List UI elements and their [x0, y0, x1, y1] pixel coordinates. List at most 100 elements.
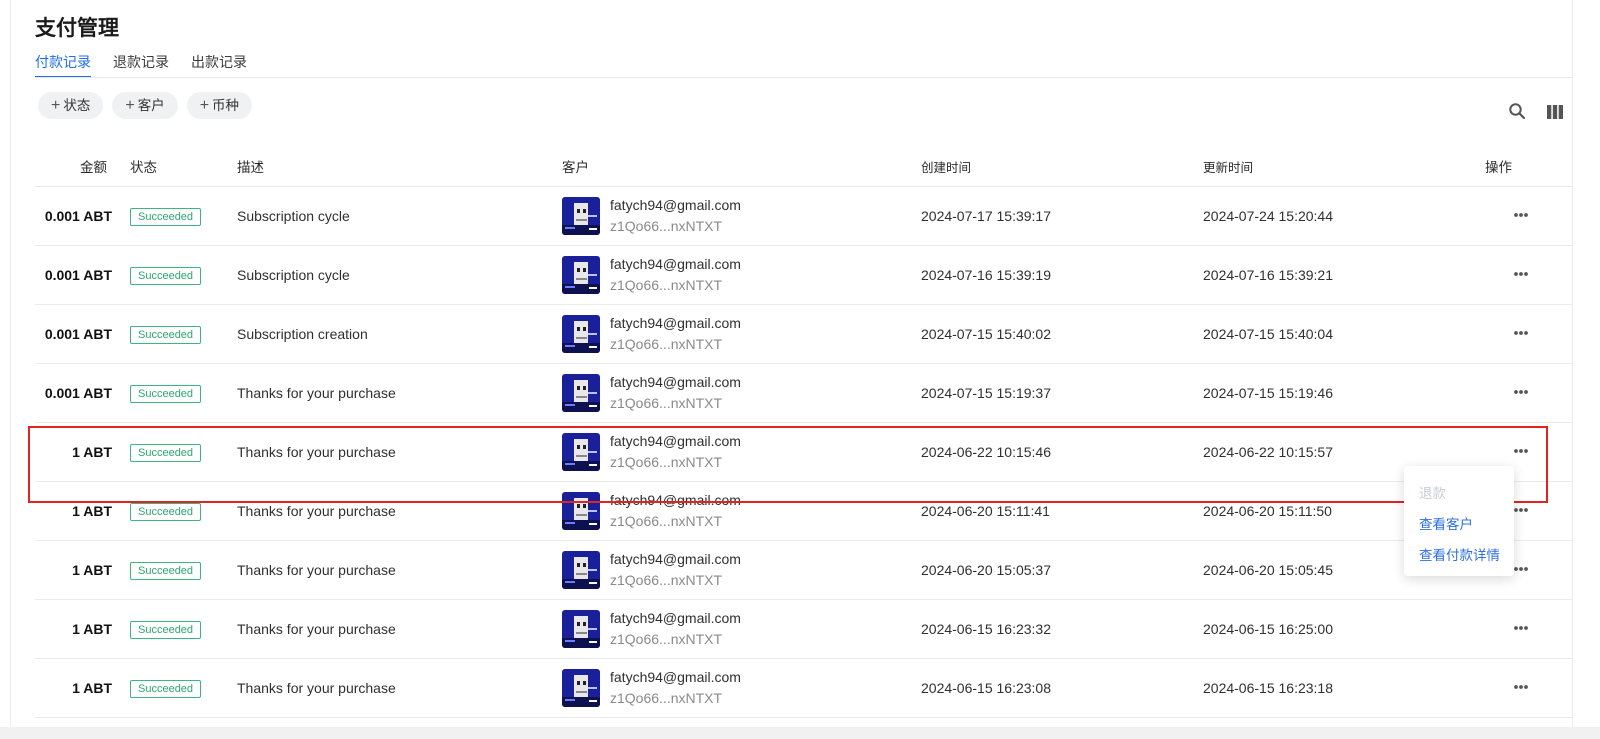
- customer-did: z1Qo66...nxNTXT: [610, 690, 723, 706]
- customer-email[interactable]: fatych94@gmail.com: [610, 669, 741, 685]
- col-header-created[interactable]: 创建时间: [921, 157, 971, 176]
- created-time-cell: 2024-06-20 15:11:41: [921, 503, 1050, 519]
- avatar[interactable]: [562, 315, 600, 353]
- filter-label: 状态: [63, 98, 91, 113]
- customer-email[interactable]: fatych94@gmail.com: [610, 374, 741, 390]
- filter-customer-button[interactable]: + 客户: [112, 92, 178, 119]
- filter-bar: + 状态 + 客户 + 币种: [38, 92, 253, 119]
- avatar[interactable]: [562, 256, 600, 294]
- table-row[interactable]: 0.001 ABT Succeeded Subscription cycle faty…: [35, 246, 1572, 305]
- col-header-actions: 操作: [1485, 160, 1512, 175]
- tab-payments[interactable]: 付款记录: [35, 52, 91, 78]
- description-cell: Subscription creation: [237, 326, 368, 342]
- customer-did: z1Qo66...nxNTXT: [610, 513, 723, 529]
- table-row[interactable]: 1 ABT Succeeded Thanks for your purchase fa…: [35, 482, 1572, 541]
- status-badge: Succeeded: [130, 503, 202, 521]
- menu-item-view-customer[interactable]: 查看客户: [1419, 513, 1473, 533]
- plus-icon: +: [199, 97, 210, 114]
- avatar[interactable]: [562, 374, 600, 412]
- amount-cell: 1 ABT: [72, 562, 112, 578]
- customer-email[interactable]: fatych94@gmail.com: [610, 197, 741, 213]
- col-header-description[interactable]: 描述: [237, 156, 264, 176]
- status-badge: Succeeded: [130, 208, 202, 226]
- tab-refunds[interactable]: 退款记录: [113, 52, 169, 78]
- customer-email[interactable]: fatych94@gmail.com: [610, 551, 741, 567]
- customer-did: z1Qo66...nxNTXT: [610, 454, 723, 470]
- description-cell: Thanks for your purchase: [237, 503, 396, 519]
- amount-cell: 0.001 ABT: [44, 326, 112, 342]
- col-header-amount[interactable]: 金额: [80, 156, 107, 176]
- status-badge: Succeeded: [130, 326, 202, 344]
- status-badge: Succeeded: [130, 680, 202, 698]
- bottom-edge: [0, 727, 1600, 739]
- table-row[interactable]: 1 ABT Succeeded Thanks for your purchase fa…: [35, 659, 1572, 718]
- more-actions-icon[interactable]: [1509, 323, 1533, 343]
- created-time-cell: 2024-07-16 15:39:19: [921, 267, 1051, 283]
- plus-icon: +: [51, 97, 61, 114]
- status-badge: Succeeded: [130, 385, 202, 403]
- filter-currency-button[interactable]: + 币种: [186, 92, 253, 119]
- updated-time-cell: 2024-06-20 15:11:50: [1203, 503, 1332, 519]
- customer-email[interactable]: fatych94@gmail.com: [610, 492, 741, 508]
- avatar[interactable]: [562, 610, 600, 648]
- filter-status-button[interactable]: + 状态: [38, 92, 104, 119]
- table-row[interactable]: 0.001 ABT Succeeded Thanks for your purcha…: [35, 364, 1572, 423]
- customer-did: z1Qo66...nxNTXT: [610, 218, 723, 234]
- menu-item-view-payment-details[interactable]: 查看付款详情: [1419, 544, 1500, 564]
- customer-email[interactable]: fatych94@gmail.com: [610, 256, 741, 272]
- created-time-cell: 2024-06-20 15:05:37: [921, 562, 1051, 578]
- page-title: 支付管理: [35, 17, 119, 40]
- table-row[interactable]: 1 ABT Succeeded Thanks for your purchase fa…: [35, 423, 1572, 482]
- customer-email[interactable]: fatych94@gmail.com: [610, 610, 741, 626]
- more-actions-icon[interactable]: [1509, 205, 1533, 225]
- customer-did: z1Qo66...nxNTXT: [610, 631, 723, 647]
- amount-cell: 1 ABT: [72, 503, 112, 519]
- status-badge: Succeeded: [130, 267, 202, 285]
- search-icon[interactable]: [1508, 102, 1526, 120]
- created-time-cell: 2024-06-15 16:23:32: [921, 621, 1051, 637]
- amount-cell: 0.001 ABT: [44, 267, 112, 283]
- description-cell: Subscription cycle: [237, 208, 350, 224]
- amount-cell: 1 ABT: [72, 621, 112, 637]
- col-header-customer[interactable]: 客户: [562, 156, 589, 176]
- avatar[interactable]: [562, 492, 600, 530]
- left-border: [10, 0, 11, 739]
- amount-cell: 0.001 ABT: [44, 385, 112, 401]
- avatar[interactable]: [562, 433, 600, 471]
- scrollbar-track[interactable]: [1572, 0, 1573, 739]
- row-action-menu: 退款 查看客户 查看付款详情: [1404, 466, 1514, 576]
- col-header-updated[interactable]: 更新时间: [1203, 157, 1253, 176]
- table-row[interactable]: 0.001 ABT Succeeded Subscription cycle faty…: [35, 187, 1572, 246]
- updated-time-cell: 2024-06-20 15:05:45: [1203, 562, 1333, 578]
- more-actions-icon[interactable]: [1509, 618, 1533, 638]
- customer-did: z1Qo66...nxNTXT: [610, 572, 723, 588]
- tab-payouts[interactable]: 出款记录: [191, 52, 247, 78]
- more-actions-icon[interactable]: [1509, 677, 1533, 697]
- filter-label: 币种: [212, 98, 240, 113]
- columns-icon[interactable]: [1546, 104, 1564, 120]
- avatar[interactable]: [562, 669, 600, 707]
- updated-time-cell: 2024-06-22 10:15:57: [1203, 444, 1333, 460]
- customer-email[interactable]: fatych94@gmail.com: [610, 315, 741, 331]
- col-header-status[interactable]: 状态: [130, 156, 157, 176]
- customer-did: z1Qo66...nxNTXT: [610, 395, 723, 411]
- filter-label: 客户: [137, 98, 165, 113]
- tabs-divider: [35, 77, 1572, 78]
- more-actions-icon[interactable]: [1509, 264, 1533, 284]
- table-row[interactable]: 0.001 ABT Succeeded Subscription creation f…: [35, 305, 1572, 364]
- updated-time-cell: 2024-07-15 15:40:04: [1203, 326, 1333, 342]
- created-time-cell: 2024-07-15 15:40:02: [921, 326, 1051, 342]
- avatar[interactable]: [562, 197, 600, 235]
- updated-time-cell: 2024-06-15 16:23:18: [1203, 680, 1333, 696]
- updated-time-cell: 2024-07-16 15:39:21: [1203, 267, 1333, 283]
- menu-item-refund: 退款: [1419, 486, 1446, 501]
- table-row[interactable]: 1 ABT Succeeded Thanks for your purchase fa…: [35, 600, 1572, 659]
- created-time-cell: 2024-07-17 15:39:17: [921, 208, 1051, 224]
- more-actions-icon[interactable]: [1509, 441, 1533, 461]
- avatar[interactable]: [562, 551, 600, 589]
- more-actions-icon[interactable]: [1509, 382, 1533, 402]
- created-time-cell: 2024-06-22 10:15:46: [921, 444, 1051, 460]
- updated-time-cell: 2024-06-15 16:25:00: [1203, 621, 1333, 637]
- customer-email[interactable]: fatych94@gmail.com: [610, 433, 741, 449]
- table-row[interactable]: 1 ABT Succeeded Thanks for your purchase fa…: [35, 541, 1572, 600]
